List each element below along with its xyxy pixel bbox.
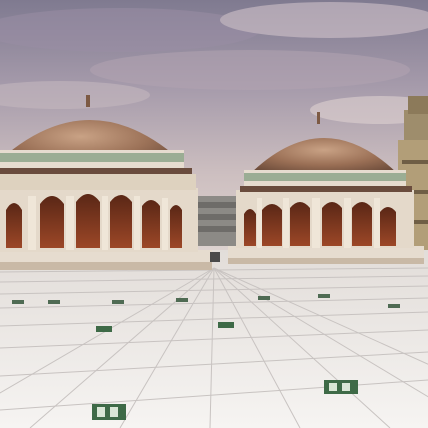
floor-fixture [210,252,220,262]
photo-scene [0,0,428,428]
